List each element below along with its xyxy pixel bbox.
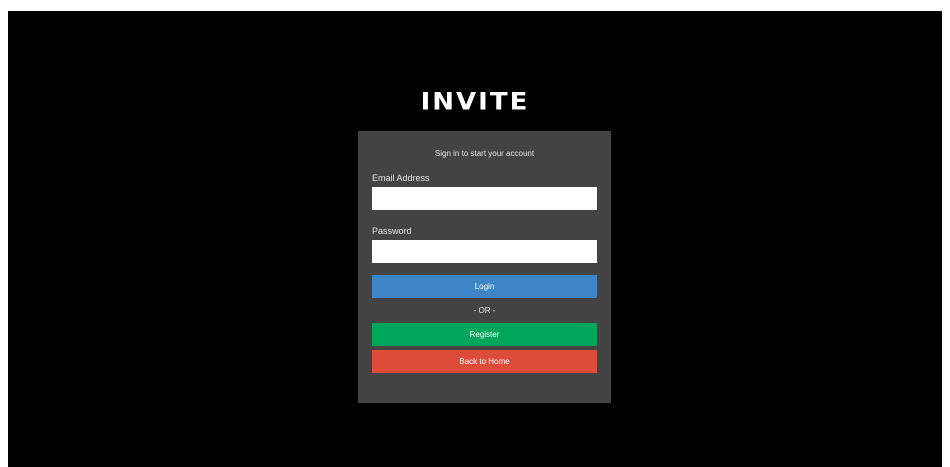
email-label: Email Address: [372, 173, 430, 183]
brand-logo: INVITE: [420, 88, 530, 116]
password-label: Password: [372, 226, 412, 236]
login-box-message: Sign in to start your account: [434, 149, 535, 158]
or-separator: - OR -: [473, 306, 496, 315]
email-field[interactable]: [372, 187, 597, 210]
back-to-home-button[interactable]: Back to Home: [372, 350, 597, 373]
page-background: INVITE Sign in to start your account Ema…: [8, 11, 942, 467]
register-button[interactable]: Register: [372, 323, 597, 346]
login-box: Sign in to start your account Email Addr…: [358, 131, 611, 403]
login-button[interactable]: Login: [372, 275, 597, 298]
password-field[interactable]: [372, 240, 597, 263]
